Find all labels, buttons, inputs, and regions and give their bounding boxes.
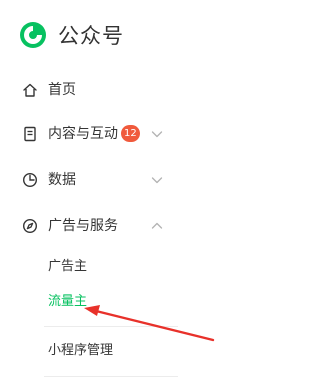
chevron-down-icon[interactable] [151, 128, 163, 140]
chevron-down-icon[interactable] [151, 174, 163, 186]
sidebar-nav: 公众号 首页 内容与互动 12 数据 广告与服务 广告主 流量主 小程序管理 [0, 0, 287, 390]
nav-item-data[interactable]: 数据 [0, 168, 287, 192]
home-icon [23, 83, 37, 97]
nav-item-home-label: 首页 [48, 82, 76, 98]
nav-item-home[interactable]: 首页 [0, 78, 287, 102]
divider [44, 376, 178, 377]
wechat-official-account-logo-icon [20, 22, 46, 48]
document-icon [24, 126, 36, 142]
notification-badge: 12 [121, 125, 140, 142]
nav-item-data-label: 数据 [48, 172, 76, 188]
nav-item-miniprogram[interactable]: 小程序管理 [48, 342, 113, 360]
chevron-up-icon[interactable] [151, 220, 163, 232]
annotation-arrow [84, 305, 215, 342]
pie-chart-icon [22, 172, 38, 188]
nav-item-ads-label: 广告与服务 [48, 218, 118, 234]
compass-icon [22, 218, 38, 234]
sub-nav-item-advertiser[interactable]: 广告主 [48, 258, 87, 276]
sub-nav-item-publisher[interactable]: 流量主 [48, 293, 87, 311]
nav-item-content-label: 内容与互动 [48, 126, 118, 142]
nav-item-content-interaction[interactable]: 内容与互动 12 [0, 122, 287, 146]
divider [44, 326, 178, 327]
app-header[interactable]: 公众号 [18, 20, 124, 50]
nav-item-ads-services[interactable]: 广告与服务 [0, 214, 287, 238]
app-title: 公众号 [58, 24, 124, 48]
